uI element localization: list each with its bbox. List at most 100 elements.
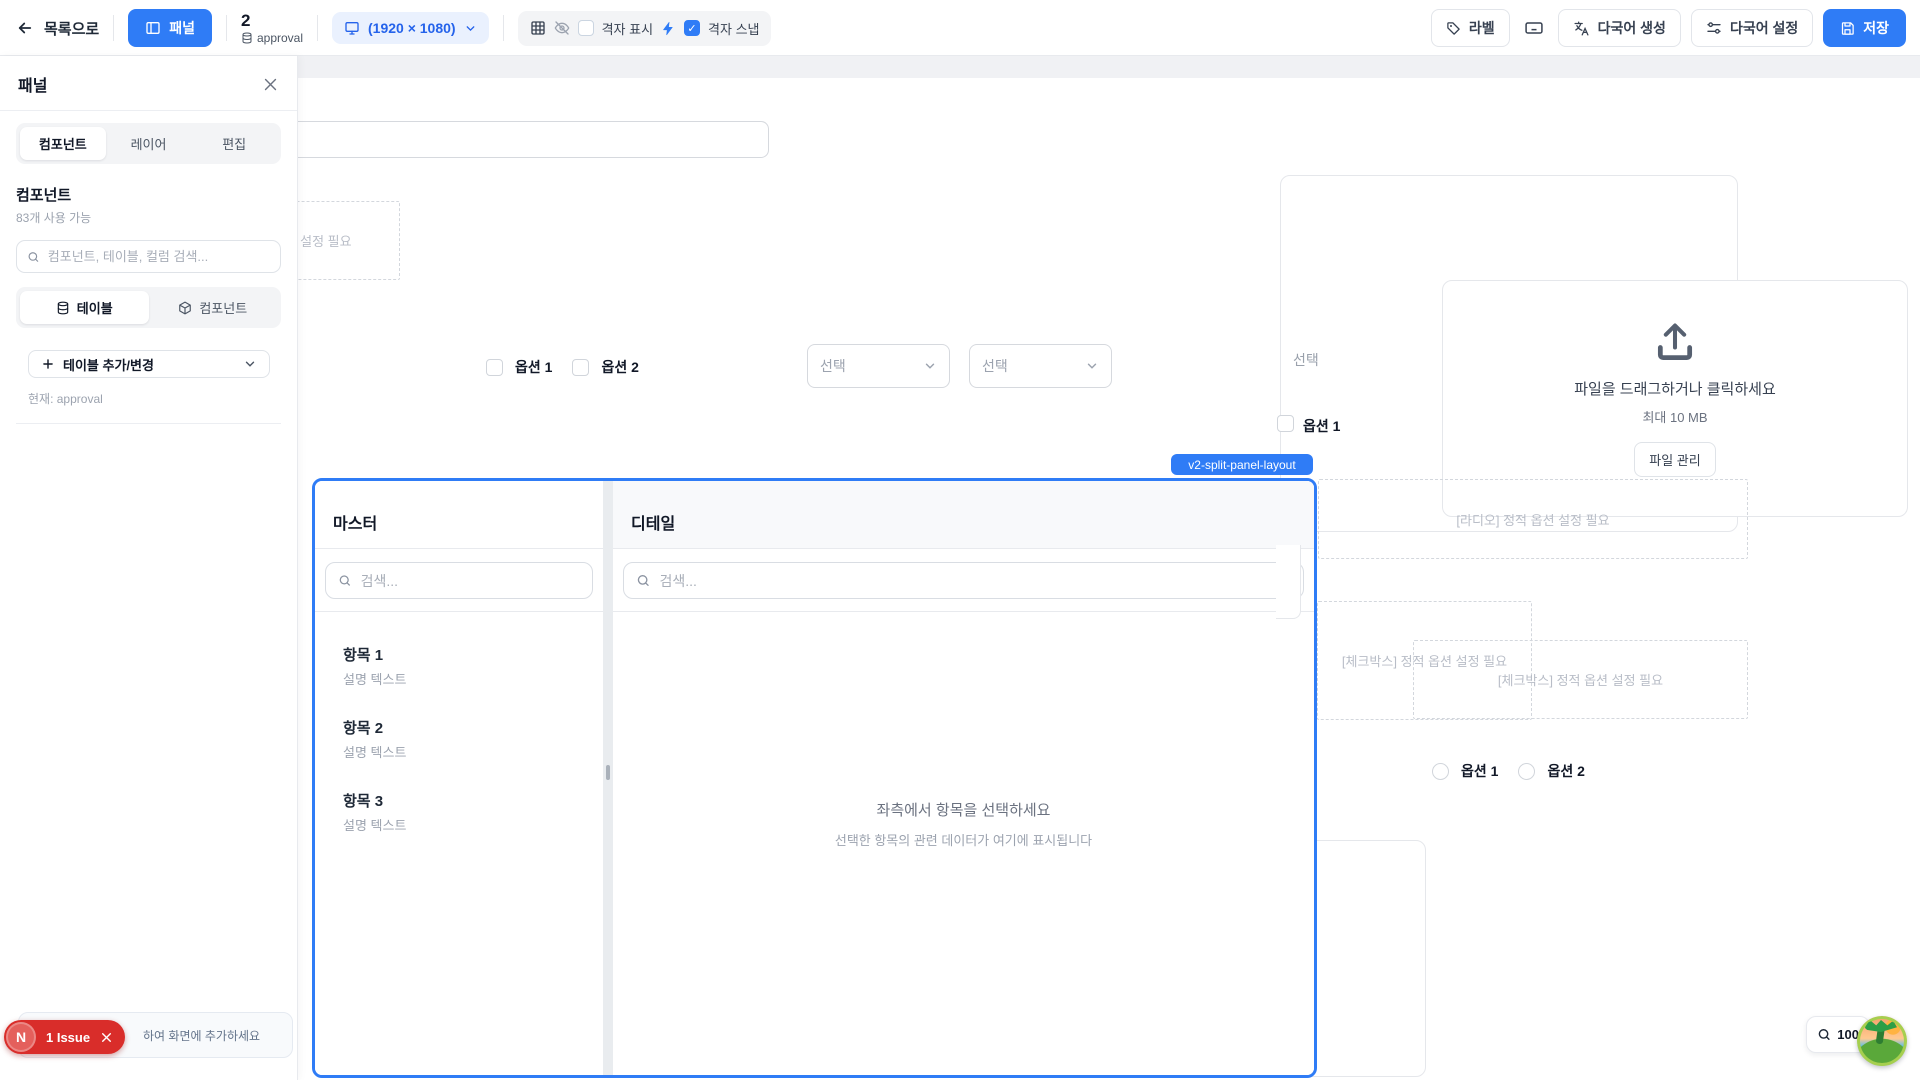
panel-icon [145, 20, 161, 36]
toolbar-divider [317, 15, 318, 41]
file-manage-button[interactable]: 파일 관리 [1634, 442, 1715, 477]
chevron-down-icon [243, 357, 257, 371]
components-section: 컴포넌트 83개 사용 가능 [0, 164, 297, 226]
master-search-row [315, 549, 603, 612]
save-button-label: 저장 [1863, 18, 1889, 38]
magnifier-icon [1817, 1027, 1831, 1042]
radio-placeholder-text: [라디오] 정적 옵션 설정 필요 [1456, 510, 1609, 529]
i18n-generate-label: 다국어 생성 [1598, 18, 1666, 38]
select-2[interactable]: 선택 [969, 344, 1112, 388]
chevron-down-icon [923, 359, 937, 373]
card-checkbox[interactable] [1277, 415, 1294, 432]
save-icon [1840, 21, 1855, 36]
viewport-size-selector[interactable]: (1920 × 1080) [332, 12, 489, 44]
grid-show-checkbox[interactable] [578, 20, 594, 36]
components-section-title: 컴포넌트 [16, 184, 281, 205]
component-search-input[interactable] [48, 249, 270, 264]
component-search[interactable] [16, 240, 281, 273]
upload-title: 파일을 드래그하거나 클릭하세요 [1574, 378, 1776, 399]
toolbar-divider [113, 15, 114, 41]
radio-option-2[interactable] [1518, 763, 1535, 780]
current-table-label: 현재: approval [28, 390, 297, 407]
split-panel-component[interactable]: 마스터 항목 1 설명 텍스트 항목 2 설명 텍스트 항목 3 [312, 478, 1317, 1078]
list-item-title: 항목 2 [343, 717, 603, 738]
segment-tables[interactable]: 테이블 [20, 291, 149, 324]
master-pane: 마스터 항목 1 설명 텍스트 항목 2 설명 텍스트 항목 3 [315, 481, 603, 1075]
issue-close-button[interactable] [100, 1031, 113, 1044]
back-to-list-button[interactable]: 목록으로 [16, 18, 99, 39]
component-fragment [1276, 545, 1301, 619]
list-item-desc: 설명 텍스트 [343, 669, 603, 688]
plus-icon [41, 357, 55, 371]
keyboard-shortcuts-button[interactable] [1520, 14, 1548, 42]
list-item[interactable]: 항목 2 설명 텍스트 [343, 717, 603, 761]
toolbar-divider [226, 15, 227, 41]
detail-pane: 디테일 좌측에서 항목을 선택하세요 선택한 항목의 관련 데이터가 여기에 표… [613, 481, 1314, 1075]
grid-snap-checkbox[interactable]: ✓ [684, 20, 700, 36]
grid-show-label: 격자 표시 [602, 19, 653, 38]
checkbox-option-2[interactable] [572, 359, 589, 376]
tab-edit[interactable]: 편집 [191, 127, 277, 160]
selected-component-tag: v2-split-panel-layout [1171, 454, 1313, 475]
document-meta: 2 approval [241, 12, 303, 45]
panel-close-button[interactable] [262, 76, 279, 93]
radio-option-1-label: 옵션 1 [1461, 761, 1498, 781]
i18n-generate-button[interactable]: 다국어 생성 [1558, 9, 1681, 47]
list-item-desc: 설명 텍스트 [343, 815, 603, 834]
eye-off-icon[interactable] [554, 20, 570, 36]
select-1[interactable]: 선택 [807, 344, 950, 388]
save-button[interactable]: 저장 [1823, 9, 1906, 47]
issue-logo-icon: N [6, 1022, 36, 1052]
master-search-input[interactable] [325, 562, 593, 599]
database-icon [56, 301, 70, 315]
zoom-level-text: 100 [1837, 1027, 1859, 1042]
detail-empty-title: 좌측에서 항목을 선택하세요 [877, 799, 1051, 820]
chevron-down-icon [464, 22, 477, 35]
canvas-text-input[interactable] [290, 121, 769, 158]
i18n-settings-button[interactable]: 다국어 설정 [1691, 9, 1813, 47]
tab-layers[interactable]: 레이어 [106, 127, 192, 160]
list-item-title: 항목 1 [343, 644, 603, 665]
radio-option-2-label: 옵션 2 [1547, 761, 1584, 781]
select-1-placeholder: 선택 [820, 356, 846, 376]
upload-icon [1652, 320, 1698, 364]
cube-icon [178, 301, 192, 315]
checkbox-group: 옵션 1 옵션 2 [486, 357, 639, 377]
checkbox-option-1[interactable] [486, 359, 503, 376]
list-item[interactable]: 항목 1 설명 텍스트 [343, 644, 603, 688]
top-toolbar: 목록으로 패널 2 approval (1920 × 1080) [0, 0, 1920, 56]
detail-header: 디테일 [613, 481, 1314, 549]
segment-components[interactable]: 컴포넌트 [149, 291, 278, 324]
master-search-field[interactable] [361, 573, 580, 589]
label-button[interactable]: 라벨 [1431, 9, 1510, 47]
select-2-placeholder: 선택 [982, 356, 1008, 376]
tag-icon [1446, 21, 1461, 36]
split-resize-handle[interactable] [603, 481, 613, 1075]
master-header: 마스터 [315, 481, 603, 549]
monitor-icon [344, 20, 360, 36]
panel-toggle-button[interactable]: 패널 [128, 9, 212, 47]
radio-placeholder-box[interactable]: [라디오] 정적 옵션 설정 필요 [1318, 479, 1748, 559]
components-count: 83개 사용 가능 [16, 209, 281, 226]
master-list: 항목 1 설명 텍스트 항목 2 설명 텍스트 항목 3 설명 텍스트 [315, 612, 603, 834]
tab-components[interactable]: 컴포넌트 [20, 127, 106, 160]
left-panel: 패널 컴포넌트 레이어 편집 컴포넌트 83개 사용 가능 테이블 컴포넌트 [0, 56, 298, 1080]
keyboard-icon [1524, 18, 1544, 38]
toolbar-divider [503, 15, 504, 41]
panel-tabs: 컴포넌트 레이어 편집 [16, 123, 281, 164]
card-select-label: 선택 [1293, 350, 1319, 370]
segment-tables-label: 테이블 [77, 298, 113, 317]
checkbox-option-2-label: 옵션 2 [601, 357, 638, 377]
add-table-button[interactable]: 테이블 추가/변경 [28, 350, 270, 378]
checkbox-placeholder-box-2[interactable]: [체크박스] 정적 옵션 설정 필요 [1413, 640, 1748, 719]
list-item[interactable]: 항목 3 설명 텍스트 [343, 790, 603, 834]
radio-group: 옵션 1 옵션 2 [1432, 761, 1585, 781]
resize-grip-icon [606, 765, 610, 780]
issue-badge[interactable]: N 1 Issue [4, 1020, 125, 1054]
search-icon [27, 250, 40, 264]
island-sticker-icon[interactable] [1857, 1016, 1907, 1066]
panel-title: 패널 [18, 72, 47, 96]
panel-toggle-label: 패널 [169, 18, 195, 38]
radio-option-1[interactable] [1432, 763, 1449, 780]
grid-options-group: 격자 표시 ✓ 격자 스냅 [518, 11, 772, 46]
